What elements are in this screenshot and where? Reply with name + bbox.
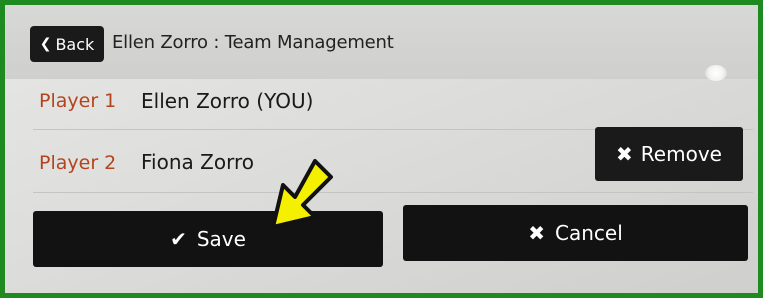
player-1-label: Player 1 (39, 90, 117, 112)
player-1-name: Ellen Zorro (YOU) (141, 89, 314, 113)
close-icon: ✖ (616, 142, 633, 166)
check-icon: ✔ (170, 227, 187, 251)
back-button-label: Back (55, 34, 95, 54)
remove-button[interactable]: ✖ Remove (595, 127, 743, 181)
pointer-arrow-icon (271, 159, 333, 229)
player-2-label: Player 2 (39, 152, 117, 174)
save-button-label: Save (196, 227, 246, 251)
page-title: Ellen Zorro : Team Management (112, 32, 394, 53)
player-row-1: Player 1 Ellen Zorro (YOU) (33, 73, 753, 130)
close-icon: ✖ (528, 221, 545, 245)
player-2-name: Fiona Zorro (141, 150, 254, 174)
app-frame: ❮ Back Ellen Zorro : Team Management Pla… (5, 5, 758, 293)
chevron-left-icon: ❮ (39, 36, 52, 52)
remove-button-label: Remove (640, 142, 722, 166)
back-button[interactable]: ❮ Back (30, 26, 104, 62)
cancel-button-label: Cancel (555, 221, 623, 245)
cancel-button[interactable]: ✖ Cancel (403, 205, 748, 261)
